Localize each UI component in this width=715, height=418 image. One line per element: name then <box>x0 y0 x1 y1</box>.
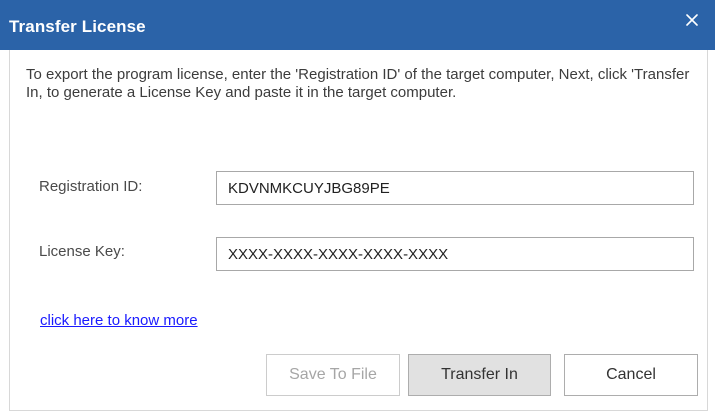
registration-id-label: Registration ID: <box>39 178 143 195</box>
title-bar: Transfer License <box>0 0 715 50</box>
license-key-label: License Key: <box>39 243 125 260</box>
save-to-file-label: Save To File <box>289 366 377 383</box>
save-to-file-button[interactable]: Save To File <box>266 354 400 396</box>
know-more-link[interactable]: click here to know more <box>40 312 198 329</box>
dialog-title: Transfer License <box>9 17 146 36</box>
close-button[interactable] <box>669 0 715 40</box>
transfer-in-button[interactable]: Transfer In <box>408 354 551 396</box>
instructions-text: To export the program license, enter the… <box>26 66 690 101</box>
transfer-in-label: Transfer In <box>441 366 518 383</box>
transfer-license-dialog: Transfer License To export the program l… <box>0 0 715 418</box>
close-icon <box>686 14 698 26</box>
license-key-field[interactable] <box>216 237 694 271</box>
registration-id-field[interactable] <box>216 171 694 205</box>
cancel-label: Cancel <box>606 366 656 383</box>
cancel-button[interactable]: Cancel <box>564 354 698 396</box>
